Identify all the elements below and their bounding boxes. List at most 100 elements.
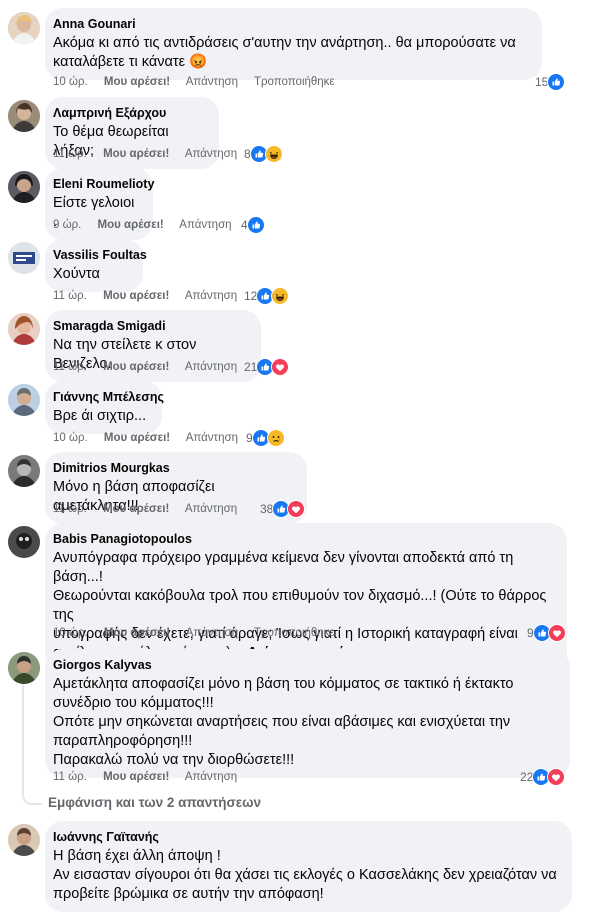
reaction-count: 38: [260, 502, 274, 516]
like-button[interactable]: Μου αρέσει!: [103, 361, 169, 373]
comment-actions: 11 ώρ. Μου αρέσει! Απάντηση: [53, 360, 250, 374]
avatar[interactable]: [8, 313, 40, 345]
reaction-summary[interactable]: 4: [241, 216, 265, 234]
comment-actions: 10 ώρ. Μου αρέσει! Απάντηση Τροποποιήθηκ…: [53, 75, 348, 89]
comment-author[interactable]: Dimitrios Mourgkas: [53, 460, 295, 476]
comment-time[interactable]: 11 ώρ.: [53, 290, 87, 302]
reply-button[interactable]: Απάντηση: [186, 627, 238, 639]
comment-time[interactable]: 11 ώρ.: [53, 148, 87, 160]
comment-time[interactable]: 10 ώρ.: [53, 76, 88, 88]
avatar[interactable]: [8, 12, 40, 44]
reply-button[interactable]: Απάντηση: [185, 148, 237, 160]
comment-line: Αν εισασταν σίγουροι ότι θα χάσει τις εκ…: [53, 867, 557, 883]
like-button[interactable]: Μου αρέσει!: [103, 148, 169, 160]
avatar[interactable]: [8, 242, 40, 274]
reply-connector: [22, 790, 42, 805]
comment-author[interactable]: Λαμπρινή Εξάρχου: [53, 105, 207, 121]
like-button[interactable]: Μου αρέσει!: [103, 290, 169, 302]
reply-button[interactable]: Απάντηση: [186, 432, 238, 444]
haha-reaction-icon: [271, 287, 290, 305]
avatar[interactable]: [8, 652, 40, 684]
reply-button[interactable]: Απάντηση: [185, 290, 237, 302]
love-reaction-icon: [547, 768, 566, 786]
comment-actions: 11 ώρ. Μου αρέσει! Απάντηση: [53, 502, 250, 516]
reply-button[interactable]: Απάντηση: [185, 361, 237, 373]
view-replies-link[interactable]: Εμφάνιση και των 2 απαντήσεων: [48, 795, 261, 810]
comment-author[interactable]: Smaragda Smigadi: [53, 318, 249, 334]
reaction-summary[interactable]: 9: [527, 624, 566, 642]
comment-bubble: Vassilis Foultas Χούντα: [45, 239, 147, 292]
reply-button[interactable]: Απάντηση: [185, 503, 237, 515]
comment-line: συνέδριο του κόμματος!!!: [53, 695, 214, 711]
reaction-summary[interactable]: 38: [260, 500, 306, 518]
comment-time[interactable]: 11 ώρ.: [53, 503, 87, 515]
like-button[interactable]: Μου αρέσει!: [104, 432, 170, 444]
comment-author[interactable]: Giorgos Kalyvas: [53, 657, 558, 673]
reaction-summary[interactable]: 9: [246, 429, 285, 447]
avatar[interactable]: [8, 824, 40, 856]
comment-time[interactable]: 11 ώρ.: [53, 361, 87, 373]
comment-author[interactable]: Ιωάννης Γαϊτανής: [53, 829, 560, 845]
comment-actions: 11 ώρ. Μου αρέσει! Απάντηση: [53, 770, 250, 784]
reaction-summary[interactable]: 8: [244, 145, 283, 163]
avatar[interactable]: [8, 455, 40, 487]
comment-line: Ανυπόγραφα πρόχειρο γραμμένα κείμενα δεν…: [53, 550, 514, 585]
comment-text: Χούντα: [53, 265, 131, 284]
avatar[interactable]: [8, 526, 40, 558]
like-reaction-icon: [547, 73, 566, 91]
reply-button[interactable]: Απάντηση: [179, 219, 231, 231]
comment-bubble: Anna Gounari Ακόμα κι από τις αντιδράσει…: [45, 8, 542, 80]
comment-author[interactable]: Anna Gounari: [53, 16, 530, 32]
comment-author[interactable]: Eleni Roumelioty: [53, 176, 154, 192]
reaction-summary[interactable]: 22: [520, 768, 566, 786]
comment-line: Η βάση έχει άλλη άποψη !: [53, 848, 221, 864]
edited-label[interactable]: Τροποποιήθηκε: [254, 76, 335, 88]
love-reaction-icon: [547, 624, 566, 642]
reaction-count: 22: [520, 770, 534, 784]
sad-reaction-icon: [266, 429, 285, 447]
comment-actions: 10 ώρ. Μου αρέσει! Απάντηση Τροποποιήθηκ…: [53, 626, 348, 640]
comment-line: Χούντα: [53, 266, 100, 282]
like-button[interactable]: Μου αρέσει!: [98, 219, 164, 231]
comment-text: Βρε άι σιχτιρ...: [53, 407, 150, 426]
reaction-count: 21: [244, 360, 258, 374]
comment-text: Αμετάκλητα αποφασίζει μόνο η βάση του κό…: [53, 675, 558, 770]
reaction-count: 12: [244, 289, 258, 303]
avatar[interactable]: [8, 384, 40, 416]
comment-time[interactable]: 10 ώρ.: [53, 627, 88, 639]
comment-line: προβείτε βρώμικα σε αυτήν την απόφαση!: [53, 886, 324, 902]
comment-text: Ανυπόγραφα πρόχειρο γραμμένα κείμενα δεν…: [53, 549, 555, 663]
edited-label[interactable]: Τροποποιήθηκε: [254, 627, 335, 639]
comment-actions: 10 ώρ. Μου αρέσει! Απάντηση: [53, 431, 251, 445]
like-button[interactable]: Μου αρέσει!: [103, 503, 169, 515]
comment-line: καταλάβετε τι κάνατε 😡: [53, 54, 208, 70]
comment-bubble: Giorgos Kalyvas Αμετάκλητα αποφασίζει μό…: [45, 649, 570, 778]
comment-author[interactable]: Vassilis Foultas: [53, 247, 147, 263]
comment-line: Θεωρούνται κακόβουλα τρολ που επιθυμούν …: [53, 588, 547, 623]
avatar[interactable]: [8, 100, 40, 132]
comment-line: Βρε άι σιχτιρ...: [53, 408, 147, 424]
like-button[interactable]: Μου αρέσει!: [103, 771, 169, 783]
like-button[interactable]: Μου αρέσει!: [104, 627, 170, 639]
thread-line: [22, 684, 24, 792]
reply-button[interactable]: Απάντηση: [186, 76, 238, 88]
comment-time[interactable]: 9 ώρ.: [53, 219, 81, 231]
reaction-count: 15: [535, 75, 549, 89]
reply-button[interactable]: Απάντηση: [185, 771, 237, 783]
comment-author[interactable]: Babis Panagiotopoulos: [53, 531, 555, 547]
comment-text: Η βάση έχει άλλη άποψη ! Αν εισασταν σίγ…: [53, 847, 560, 904]
comment-bubble: Γιάννης Μπέλεσης Βρε άι σιχτιρ...: [45, 381, 164, 434]
comment-actions: 9 ώρ. Μου αρέσει! Απάντηση: [53, 218, 245, 232]
comment-author[interactable]: Γιάννης Μπέλεσης: [53, 389, 164, 405]
reaction-summary[interactable]: 15: [535, 73, 566, 91]
avatar[interactable]: [8, 171, 40, 203]
comment-time[interactable]: 11 ώρ.: [53, 771, 87, 783]
comment-line: Αμετάκλητα αποφασίζει μόνο η βάση του κό…: [53, 676, 514, 692]
love-reaction-icon: [271, 358, 290, 376]
comment-time[interactable]: 10 ώρ.: [53, 432, 88, 444]
like-button[interactable]: Μου αρέσει!: [104, 76, 170, 88]
reaction-summary[interactable]: 21: [244, 358, 290, 376]
love-reaction-icon: [287, 500, 306, 518]
comment-line: Ακόμα κι από τις αντιδράσεις σ'αυτην την…: [53, 35, 516, 51]
reaction-summary[interactable]: 12: [244, 287, 290, 305]
